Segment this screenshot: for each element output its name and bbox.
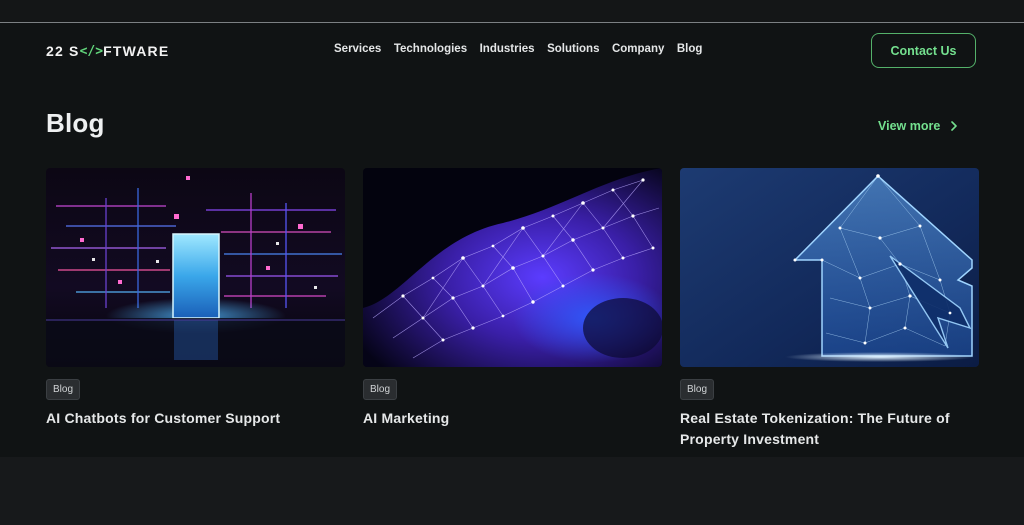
contact-us-button[interactable]: Contact Us — [871, 33, 976, 68]
page: 22 S </> FTWARE Services Technologies Indu… — [0, 0, 1024, 525]
circuit-portal-image — [46, 168, 345, 367]
page-bottom-area — [0, 457, 1024, 525]
blog-card-real-estate-tokenization[interactable]: Blog Real Estate Tokenization: The Futur… — [680, 168, 979, 447]
card-title[interactable]: AI Chatbots for Customer Support — [46, 408, 345, 429]
nav-item-blog[interactable]: Blog — [677, 43, 703, 55]
logo-code-glyph: </> — [79, 43, 104, 59]
nav-item-solutions[interactable]: Solutions — [547, 43, 599, 55]
card-tag: Blog — [363, 379, 398, 400]
card-tag: Blog — [46, 379, 81, 400]
blog-card-ai-marketing[interactable]: Blog AI Marketing — [363, 168, 662, 426]
nav-item-technologies[interactable]: Technologies — [394, 43, 467, 55]
logo-suffix: FTWARE — [103, 43, 170, 59]
nav-item-services[interactable]: Services — [334, 43, 381, 55]
digital-house-image — [680, 168, 979, 367]
particle-network-image — [363, 168, 662, 367]
nav-item-industries[interactable]: Industries — [480, 43, 535, 55]
view-more-link[interactable]: View more — [878, 119, 958, 133]
blog-card-ai-chatbots[interactable]: Blog AI Chatbots for Customer Support — [46, 168, 345, 426]
section-title: Blog — [46, 108, 105, 138]
view-more-label: View more — [878, 119, 941, 133]
nav-item-company[interactable]: Company — [612, 43, 664, 55]
card-tag: Blog — [680, 379, 715, 400]
card-title[interactable]: AI Marketing — [363, 408, 662, 429]
chevron-right-icon — [950, 121, 958, 131]
main-nav: Services Technologies Industries Solutio… — [334, 43, 715, 55]
logo-prefix: 22 S — [46, 43, 80, 59]
card-title[interactable]: Real Estate Tokenization: The Future of … — [680, 408, 979, 450]
browser-top-strip — [0, 0, 1024, 23]
logo[interactable]: 22 S </> FTWARE — [46, 43, 169, 59]
